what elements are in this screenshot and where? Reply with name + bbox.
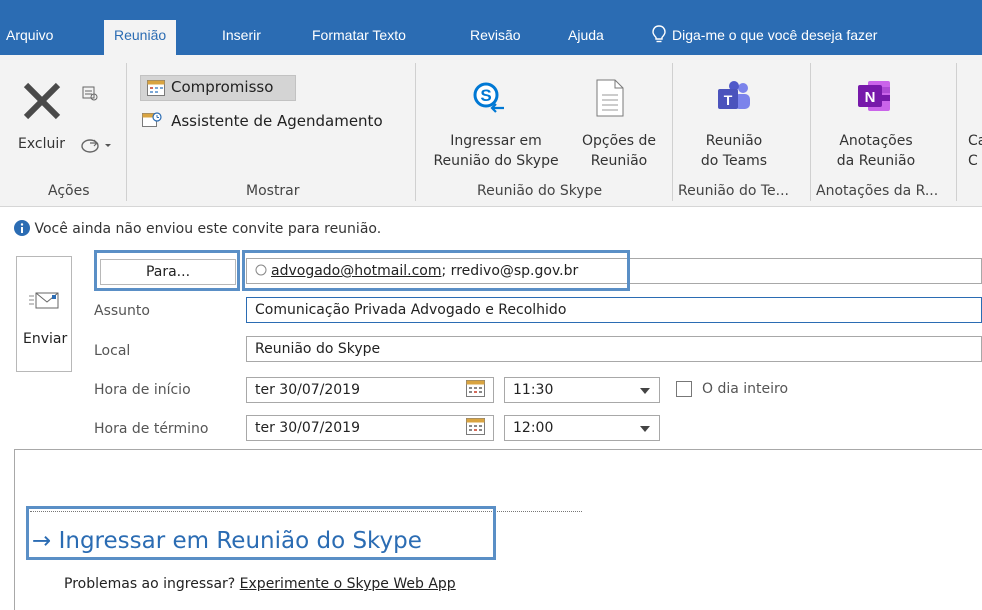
delete-x-icon [23,82,61,120]
info-icon [14,220,30,236]
group-acoes-label: Ações [48,183,90,199]
join-help-text: Problemas ao ingressar? Experimente o Sk… [64,576,456,592]
meeting-options-button[interactable] [596,79,624,121]
group-teams-label: Reunião do Te... [678,183,789,199]
chevron-down-icon [640,388,650,394]
teams-meeting-label-line2: do Teams [700,153,768,169]
tab-reuniao[interactable]: Reunião [104,20,177,55]
all-day-label: O dia inteiro [702,381,789,397]
onenote-icon: N [858,81,890,111]
separator [956,63,957,201]
teams-meeting-label-line1: Reunião [705,133,763,149]
calendar-picker-icon[interactable] [466,380,486,398]
compromisso-label: Compromisso [171,78,274,96]
compromisso-button[interactable]: Compromisso [140,75,296,101]
meeting-notes-label: Anotações da Reunião [826,131,926,171]
start-date-value: ter 30/07/2019 [255,382,360,398]
teams-meeting-label: Reunião do Teams [684,131,784,171]
skype-join-label-line2: Reunião do Skype [433,153,559,169]
highlight-box [94,250,240,291]
start-time-label: Hora de início [94,382,191,398]
end-time-select[interactable]: 12:00 [504,415,660,441]
start-date-input[interactable]: ter 30/07/2019 [246,377,494,403]
end-time-value: 12:00 [513,420,554,436]
tab-formatar-texto[interactable]: Formatar Texto [312,20,406,55]
cut-off-label-line1: Ca [968,133,982,149]
svg-text:N: N [865,89,876,106]
send-button[interactable]: Enviar [16,256,72,372]
separator [810,63,811,201]
info-message: Você ainda não enviou este convite para … [34,221,382,237]
skype-join-label-line1: Ingressar em [450,133,542,149]
teams-icon: T [718,81,750,109]
send-envelope-icon [29,292,59,309]
meeting-options-label-line1: Opções de [581,133,657,149]
send-label: Enviar [23,331,68,347]
separator [672,63,673,201]
subject-label: Assunto [94,303,150,319]
highlight-box [26,506,496,560]
meeting-options-label: Opções de Reunião [574,131,664,171]
teams-meeting-button[interactable]: T [716,81,752,119]
cut-off-label-line2: C [968,153,978,169]
group-anotacoes-label: Anotações da R... [816,183,939,199]
lightbulb-icon [652,25,666,43]
info-bar: Você ainda não enviou este convite para … [14,220,381,237]
tab-ajuda[interactable]: Ajuda [568,20,604,55]
subject-input[interactable]: Comunicação Privada Advogado e Recolhido [246,297,982,323]
all-day-checkbox[interactable] [676,381,692,397]
end-date-value: ter 30/07/2019 [255,420,360,436]
assistente-label: Assistente de Agendamento [171,112,383,130]
appointment-calendar-icon [147,80,165,96]
svg-text:T: T [724,92,733,108]
location-input[interactable]: Reunião do Skype [246,336,982,362]
end-time-label: Hora de término [94,421,209,437]
start-time-value: 11:30 [513,382,554,398]
group-mostrar-label: Mostrar [246,183,300,199]
group-skype-label: Reunião do Skype [477,183,603,199]
meeting-options-label-line2: Reunião [590,153,648,169]
delete-button[interactable] [20,79,64,127]
skype-icon: S [473,82,504,113]
join-problems-text: Problemas ao ingressar? [64,576,240,592]
ribbon: Excluir Ações Compromisso Assistente de [0,55,982,207]
highlight-box [242,250,630,291]
start-time-select[interactable]: 11:30 [504,377,660,403]
tell-me-search[interactable]: Diga-me o que você deseja fazer [652,20,877,55]
end-date-input[interactable]: ter 30/07/2019 [246,415,494,441]
ribbon-tab-bar: Arquivo Reunião Inserir Formatar Texto R… [0,0,982,55]
tab-revisao[interactable]: Revisão [470,20,521,55]
calendar-view-icon[interactable] [82,85,98,101]
skype-web-app-link[interactable]: Experimente o Skype Web App [240,576,456,592]
tell-me-text: Diga-me o que você deseja fazer [672,27,878,43]
forward-dropdown[interactable] [80,135,114,157]
separator [415,63,416,201]
skype-join-button[interactable]: S [472,81,506,119]
meeting-notes-label-line2: da Reunião [836,153,916,169]
assistente-button[interactable]: Assistente de Agendamento [142,111,383,130]
meeting-notes-button[interactable]: N [858,79,892,117]
scheduling-assistant-icon [142,112,162,127]
cut-off-button-label[interactable]: Ca C [968,131,982,171]
meeting-notes-label-line1: Anotações [839,133,913,149]
delete-label: Excluir [18,136,65,152]
tab-inserir[interactable]: Inserir [222,20,261,55]
skype-join-label: Ingressar em Reunião do Skype [424,131,568,171]
tab-arquivo[interactable]: Arquivo [6,20,53,55]
svg-text:S: S [480,86,491,105]
chevron-down-icon [640,426,650,432]
separator [126,63,127,201]
calendar-picker-icon[interactable] [466,418,486,436]
location-label: Local [94,343,131,359]
forward-icon [81,139,111,153]
meeting-options-document-icon [596,79,624,117]
